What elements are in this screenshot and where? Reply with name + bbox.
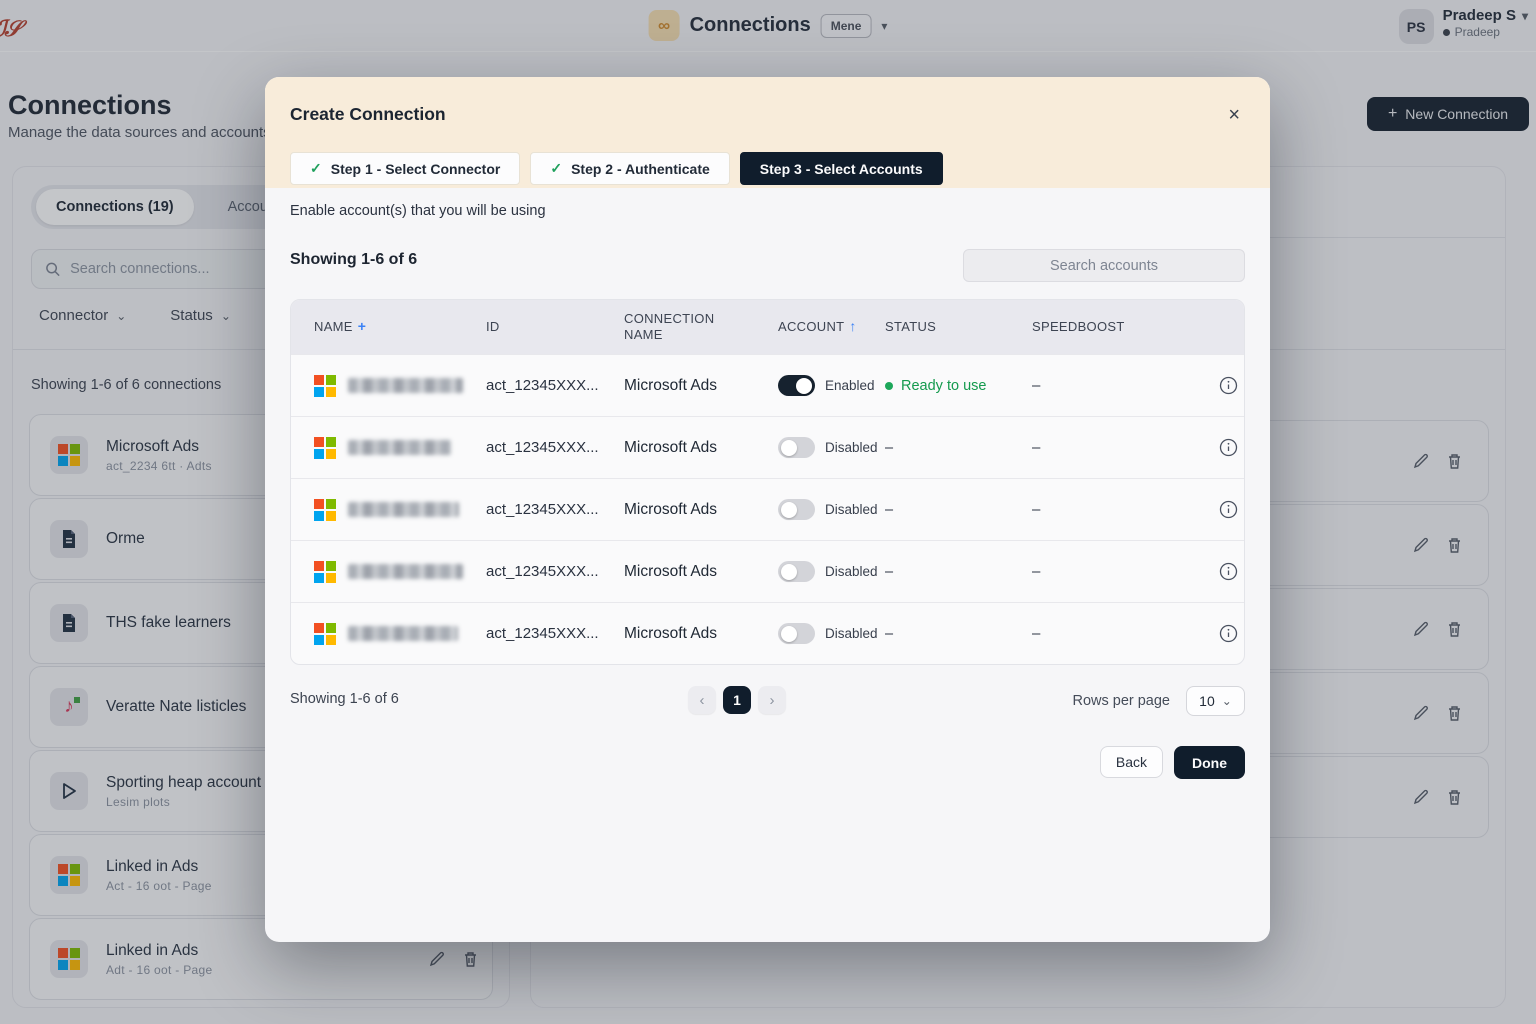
account-row: act_12345XXX... Microsoft Ads Enabled Re… <box>291 354 1244 416</box>
account-row: act_12345XXX... Microsoft Ads Disabled –… <box>291 540 1244 602</box>
rows-per-page-select[interactable]: 10 ⌄ <box>1186 686 1245 716</box>
connection-name: Microsoft Ads <box>601 501 755 519</box>
col-id: ID <box>463 319 601 335</box>
connection-name: Microsoft Ads <box>601 625 755 643</box>
col-status: STATUS <box>862 319 1009 335</box>
modal-header: Create Connection × ✓ Step 1 - Select Co… <box>265 77 1270 188</box>
microsoft-logo-icon <box>314 437 336 459</box>
step-2-tab[interactable]: ✓ Step 2 - Authenticate <box>530 152 729 185</box>
account-toggle[interactable] <box>778 499 815 520</box>
speedboost-value: – <box>1009 377 1196 394</box>
col-connection-name: CONNECTION NAME <box>601 311 755 344</box>
sort-asc-icon[interactable]: ↑ <box>849 318 856 336</box>
done-button[interactable]: Done <box>1174 746 1245 779</box>
accounts-count: Showing 1-6 of 6 <box>290 251 417 269</box>
redacted-account-name <box>348 502 459 517</box>
account-toggle[interactable] <box>778 623 815 644</box>
speedboost-value: – <box>1009 563 1196 580</box>
microsoft-logo-icon <box>314 375 336 397</box>
prev-page-button[interactable]: ‹ <box>688 686 716 714</box>
microsoft-logo-icon <box>314 561 336 583</box>
redacted-account-name <box>348 440 451 455</box>
rows-per-page-label: Rows per page <box>1072 693 1170 709</box>
next-page-button[interactable]: › <box>758 686 786 714</box>
status-label: – <box>862 626 1009 642</box>
connection-name: Microsoft Ads <box>601 377 755 395</box>
account-row: act_12345XXX... Microsoft Ads Disabled –… <box>291 478 1244 540</box>
accounts-count-bottom: Showing 1-6 of 6 <box>290 691 399 707</box>
account-row: act_12345XXX... Microsoft Ads Disabled –… <box>291 416 1244 478</box>
account-id: act_12345XXX... <box>463 439 601 456</box>
account-id: act_12345XXX... <box>463 501 601 518</box>
account-toggle[interactable] <box>778 437 815 458</box>
col-speedboost: SPEEDBOOST <box>1009 319 1196 335</box>
page-1-button[interactable]: 1 <box>723 686 751 714</box>
back-button[interactable]: Back <box>1100 746 1163 778</box>
redacted-account-name <box>348 626 458 641</box>
connection-name: Microsoft Ads <box>601 439 755 457</box>
microsoft-logo-icon <box>314 623 336 645</box>
accounts-table: NAME+ ID CONNECTION NAME ACCOUNT↑ STATUS… <box>290 299 1245 665</box>
info-icon[interactable] <box>1219 376 1238 395</box>
status-label: – <box>862 564 1009 580</box>
status-dot <box>885 382 893 390</box>
check-icon: ✓ <box>310 160 322 177</box>
close-icon[interactable]: × <box>1222 99 1246 131</box>
account-id: act_12345XXX... <box>463 377 601 394</box>
col-name[interactable]: NAME+ <box>291 318 463 336</box>
info-icon[interactable] <box>1219 562 1238 581</box>
info-icon[interactable] <box>1219 500 1238 519</box>
info-icon[interactable] <box>1219 438 1238 457</box>
account-id: act_12345XXX... <box>463 625 601 642</box>
check-icon: ✓ <box>550 160 562 177</box>
table-footer: Showing 1-6 of 6 ‹ 1 › Rows per page 10 … <box>290 683 1245 717</box>
account-id: act_12345XXX... <box>463 563 601 580</box>
redacted-account-name <box>348 564 463 579</box>
speedboost-value: – <box>1009 439 1196 456</box>
accounts-search-input[interactable] <box>964 250 1244 281</box>
step-3-tab[interactable]: Step 3 - Select Accounts <box>740 152 943 185</box>
status-label: – <box>862 502 1009 518</box>
modal-title: Create Connection <box>290 104 446 125</box>
modal-instruction: Enable account(s) that you will be using <box>290 203 546 219</box>
info-icon[interactable] <box>1219 624 1238 643</box>
redacted-account-name <box>348 378 463 393</box>
sort-icon[interactable]: + <box>358 318 366 336</box>
account-row: act_12345XXX... Microsoft Ads Disabled –… <box>291 602 1244 664</box>
status-label: – <box>862 440 1009 456</box>
step-1-tab[interactable]: ✓ Step 1 - Select Connector <box>290 152 520 185</box>
table-header: NAME+ ID CONNECTION NAME ACCOUNT↑ STATUS… <box>291 300 1244 354</box>
pagination: ‹ 1 › <box>688 686 786 714</box>
speedboost-value: – <box>1009 625 1196 642</box>
status-label: Ready to use <box>901 378 986 394</box>
speedboost-value: – <box>1009 501 1196 518</box>
chevron-down-icon: ⌄ <box>1222 694 1232 708</box>
microsoft-logo-icon <box>314 499 336 521</box>
col-account[interactable]: ACCOUNT↑ <box>755 318 862 336</box>
accounts-search[interactable] <box>963 249 1245 282</box>
table-body: act_12345XXX... Microsoft Ads Enabled Re… <box>291 354 1244 664</box>
connection-name: Microsoft Ads <box>601 563 755 581</box>
steps-row: ✓ Step 1 - Select Connector ✓ Step 2 - A… <box>290 152 943 185</box>
account-toggle[interactable] <box>778 375 815 396</box>
create-connection-modal: Create Connection × ✓ Step 1 - Select Co… <box>265 77 1270 942</box>
account-toggle[interactable] <box>778 561 815 582</box>
